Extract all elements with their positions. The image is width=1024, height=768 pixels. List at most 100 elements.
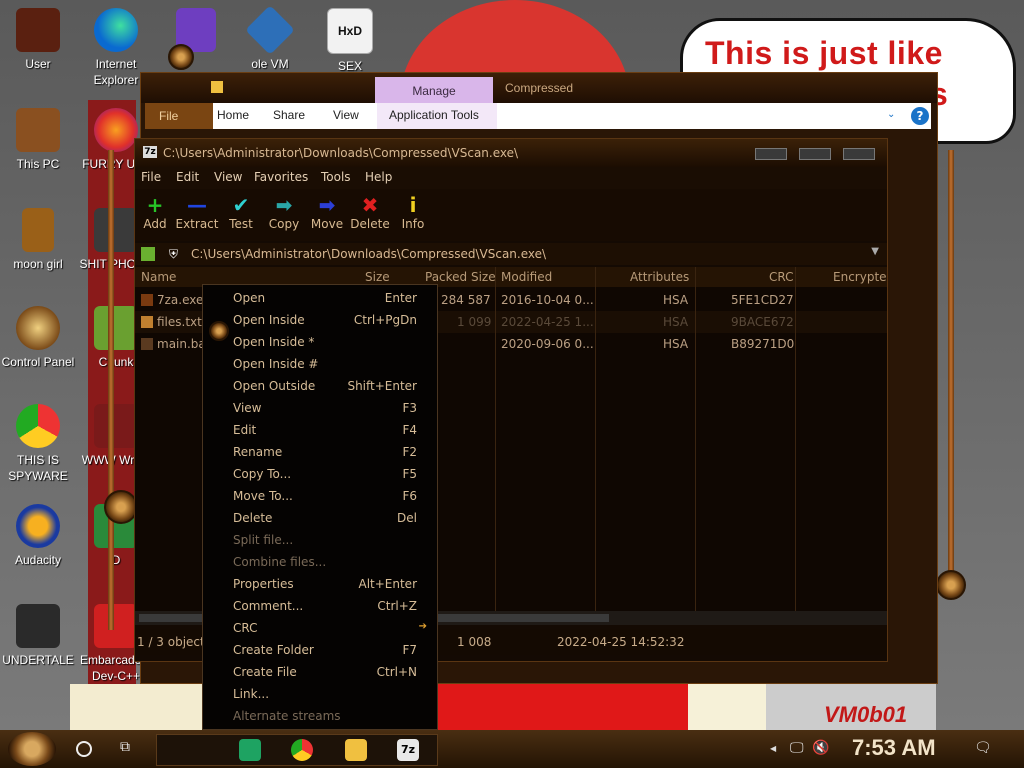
desktop-icon-this-pc[interactable]: This PC [0,108,76,172]
menu-file[interactable]: File [141,170,161,184]
folder-icon [211,81,223,93]
menu-item-split-file[interactable]: Split file... [203,529,437,551]
up-folder-icon[interactable] [141,247,155,261]
sheets-icon[interactable] [239,739,261,761]
move-button[interactable]: ➡ Move [305,193,349,231]
start-button[interactable] [8,732,56,766]
chrome-icon[interactable] [291,739,313,761]
menu-item-create-folder[interactable]: Create Folder F7 [203,639,437,661]
minimize-button[interactable] [755,148,787,160]
column-packed-size[interactable]: Packed Size [425,270,496,284]
tab-home[interactable]: Home [217,108,249,122]
explorer-title-bar[interactable]: Manage Compressed [141,73,937,105]
menu-item-delete[interactable]: Delete Del [203,507,437,529]
desktop-icon-control-panel[interactable]: Control Panel [0,306,76,370]
desktop-icon-label: SEX [337,59,362,73]
7zip-app-icon: 7z [143,146,157,158]
menu-item-alternate-streams[interactable]: Alternate streams [203,705,437,727]
test-button[interactable]: ✔ Test [219,193,263,231]
file-modified: 2016-10-04 0... [501,293,594,307]
desktop-icon-label: THIS IS SPYWARE [8,453,68,483]
file-name: 7za.exe [157,293,204,307]
menu-item-move-to[interactable]: Move To... F6 [203,485,437,507]
menu-item-link[interactable]: Link... [203,683,437,705]
folder-icon [22,208,54,252]
desktop-icon-undertale[interactable]: UNDERTALE [0,604,76,668]
menu-item-open-inside[interactable]: Open Inside Ctrl+PgDn [203,309,437,331]
column-size[interactable]: Size [365,270,390,284]
menu-edit[interactable]: Edit [176,170,199,184]
menu-item-properties[interactable]: Properties Alt+Enter [203,573,437,595]
extract-button[interactable]: — Extract [175,193,219,231]
file-attributes: HSA [663,337,689,351]
menu-view[interactable]: View [214,170,242,184]
notification-icon[interactable]: 🗨 [974,740,992,756]
menu-bar: File Edit View Favorites Tools Help [135,167,887,189]
search-circle-icon[interactable] [76,741,92,757]
menu-item-open-inside-hash[interactable]: Open Inside # [203,353,437,375]
menu-tools[interactable]: Tools [321,170,351,184]
tab-share[interactable]: Share [273,108,305,122]
address-path[interactable]: C:\Users\Administrator\Downloads\Compres… [191,247,546,261]
background-cream-area-2 [688,684,766,730]
tab-application-tools[interactable]: Application Tools [389,108,479,122]
menu-item-view[interactable]: View F3 [203,397,437,419]
add-button[interactable]: + Add [133,193,177,231]
hxd-icon: HxD [327,8,373,54]
menu-help[interactable]: Help [365,170,392,184]
menu-item-combine-files[interactable]: Combine files... [203,551,437,573]
menu-item-create-file[interactable]: Create File Ctrl+N [203,661,437,683]
menu-favorites[interactable]: Favorites [254,170,308,184]
desktop-icon-moon-girl[interactable]: moon girl [0,208,76,272]
chevron-down-icon[interactable]: ▼ [871,246,879,257]
info-button[interactable]: i Info [391,193,435,231]
computer-icon [16,108,60,152]
window-title: C:\Users\Administrator\Downloads\Compres… [163,146,519,160]
help-icon[interactable]: ? [911,107,929,125]
menu-item-copy-to[interactable]: Copy To... F5 [203,463,437,485]
user-folder-icon [16,8,60,52]
column-name[interactable]: Name [141,270,176,284]
menu-item-crc[interactable]: CRC ➔ [203,617,437,639]
tab-view[interactable]: View [333,108,359,122]
desktop-icon-virtualbox[interactable]: ole VM [232,5,308,72]
menu-item-open[interactable]: Open Enter [203,287,437,309]
column-encrypted[interactable]: Encrypte [833,270,887,284]
background-watermark-area: VM0b01 [766,684,936,730]
shield-icon: ⛨ [169,247,179,261]
menu-item-open-outside[interactable]: Open Outside Shift+Enter [203,375,437,397]
volume-muted-icon[interactable]: 🔇 [812,740,829,756]
menu-item-edit[interactable]: Edit F4 [203,419,437,441]
clock[interactable]: 7:53 AM [852,735,936,761]
menu-item-open-inside-star[interactable]: Open Inside * [203,331,437,353]
chevron-down-icon[interactable]: ⌄ [887,109,895,120]
column-divider [595,267,596,611]
7zip-title-bar[interactable]: 7z C:\Users\Administrator\Downloads\Comp… [135,139,887,167]
column-modified[interactable]: Modified [501,270,552,284]
file-explorer-icon[interactable] [345,739,367,761]
address-bar[interactable]: ⛨ C:\Users\Administrator\Downloads\Compr… [135,243,887,265]
show-hidden-icons-icon[interactable]: ◀ [770,744,776,753]
menu-item-rename[interactable]: Rename F2 [203,441,437,463]
desktop-icon-label: Internet Explorer [93,57,139,87]
file-modified: 2020-09-06 0... [501,337,594,351]
desktop-icon-user[interactable]: User [0,8,76,72]
virtualbox-icon [245,5,295,55]
network-icon[interactable]: 🖵 [790,740,804,756]
tab-manage[interactable]: Manage [375,77,493,105]
toolbar-label: Info [401,217,425,231]
desktop-icon-chrome[interactable]: THIS IS SPYWARE [0,404,76,484]
close-button[interactable] [843,148,875,160]
column-attributes[interactable]: Attributes [630,270,689,284]
task-view-icon[interactable]: ⧉ [120,739,138,755]
desktop-icon-hxd[interactable]: HxD SEX [312,8,388,74]
delete-button[interactable]: ✖ Delete [348,193,392,231]
column-crc[interactable]: CRC [769,270,794,284]
unity-icon [16,604,60,648]
desktop-icon-audacity[interactable]: Audacity [0,504,76,568]
maximize-button[interactable] [799,148,831,160]
tab-file[interactable]: File [145,103,213,129]
7zip-icon[interactable]: 7z [397,739,419,761]
menu-item-comment[interactable]: Comment... Ctrl+Z [203,595,437,617]
copy-button[interactable]: ➡ Copy [262,193,306,231]
